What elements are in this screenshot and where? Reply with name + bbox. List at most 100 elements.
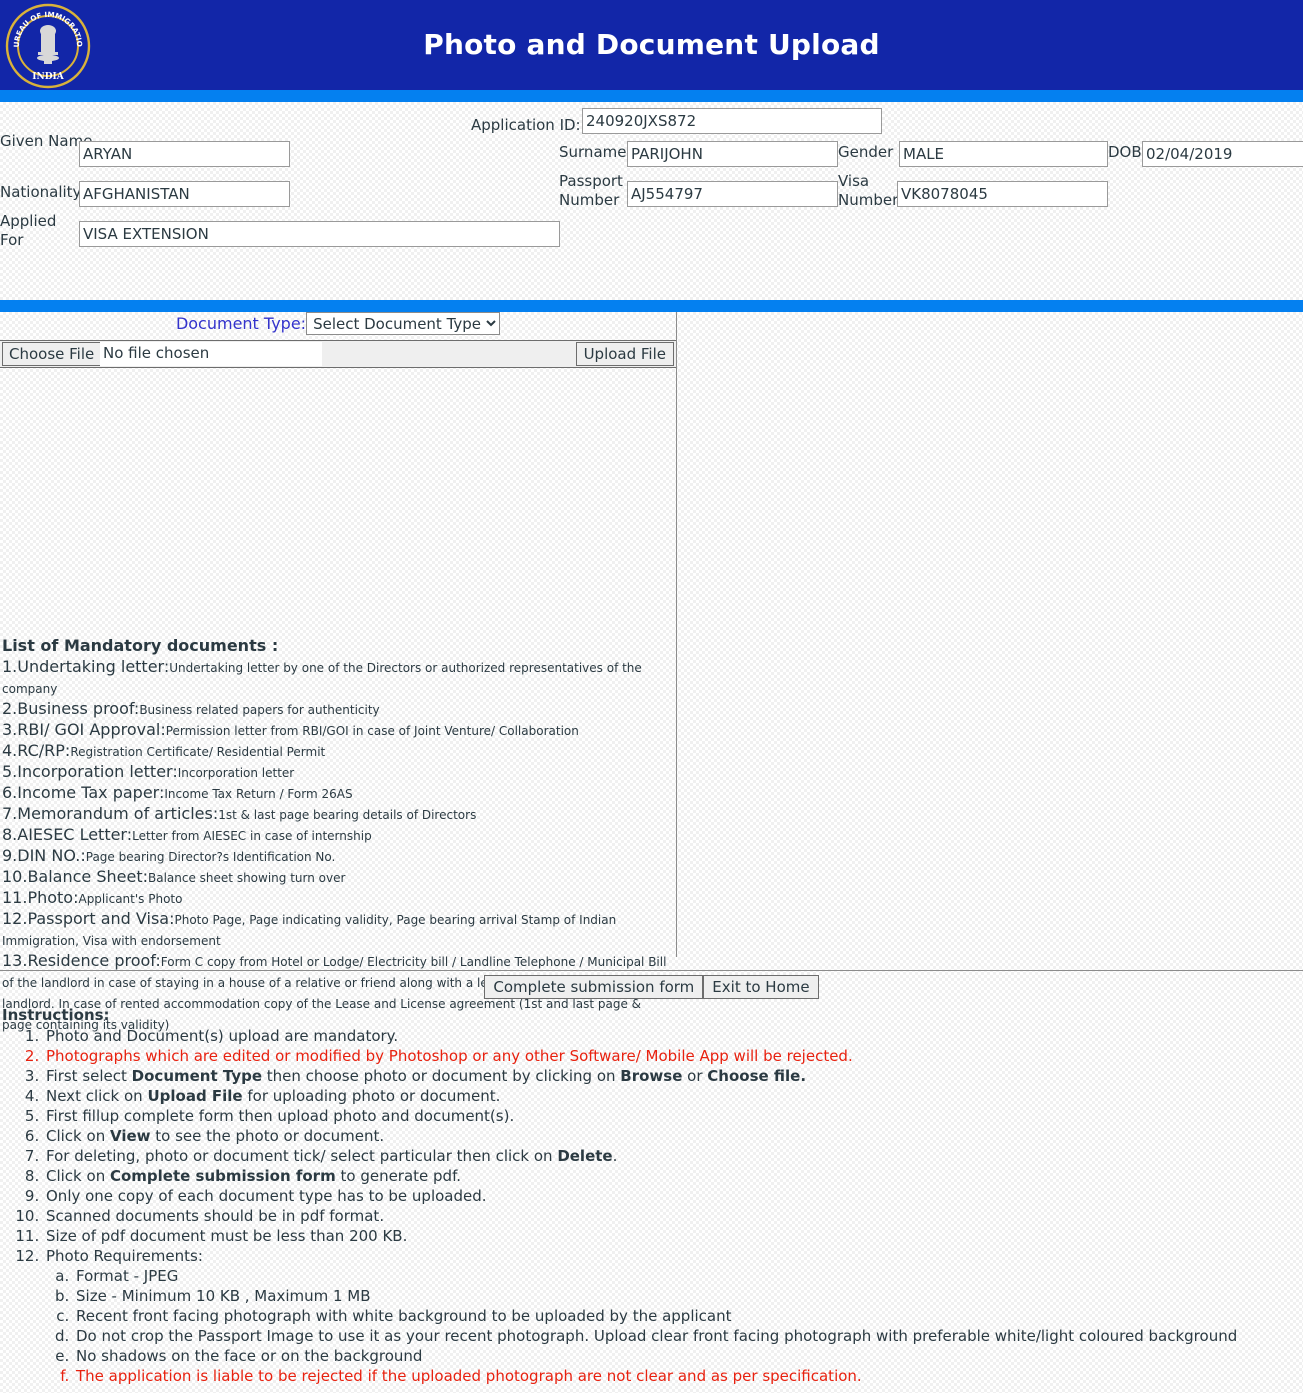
application-id-field[interactable]: 240920JXS872 <box>582 108 882 134</box>
document-type-select[interactable]: Select Document Type <box>306 312 501 335</box>
mandatory-document-item: 8.AIESEC Letter:Letter from AIESEC in ca… <box>2 825 672 846</box>
applied-for-label: Applied For <box>0 212 57 249</box>
mandatory-documents-heading: List of Mandatory documents : <box>2 636 279 655</box>
exit-to-home-button[interactable]: Exit to Home <box>703 975 819 999</box>
page-header: BUREAU OF IMMIGRATION INDIA Photo and Do… <box>0 0 1303 90</box>
mandatory-document-item: 3.RBI/ GOI Approval:Permission letter fr… <box>2 720 672 741</box>
application-id-label: Application ID: <box>471 116 581 134</box>
instruction-item: First select Document Type then choose p… <box>44 1066 1303 1086</box>
mandatory-document-title: 12.Passport and Visa: <box>2 909 175 928</box>
instruction-text: Photo Requirements: <box>46 1247 203 1265</box>
mandatory-document-description: Applicant's Photo <box>78 892 183 906</box>
mandatory-document-item: 9.DIN NO.:Page bearing Director?s Identi… <box>2 846 672 867</box>
applicant-details-form: Application ID: 240920JXS872 Given Name … <box>0 102 1303 300</box>
upload-panel: Document Type: Select Document Type Choo… <box>0 312 1303 1032</box>
instruction-item: Click on View to see the photo or docume… <box>44 1126 1303 1146</box>
mandatory-document-description: Registration Certificate/ Residential Pe… <box>70 745 326 759</box>
applied-for-field[interactable]: VISA EXTENSION <box>79 221 560 247</box>
mandatory-document-title: 3.RBI/ GOI Approval: <box>2 720 166 739</box>
instructions-list: Photo and Document(s) upload are mandato… <box>0 1026 1303 1386</box>
instructions-section: Instructions: Photo and Document(s) uplo… <box>0 1006 1303 1386</box>
instruction-item: Next click on Upload File for uploading … <box>44 1086 1303 1106</box>
mandatory-document-item: 7.Memorandum of articles:1st & last page… <box>2 804 672 825</box>
page-title: Photo and Document Upload <box>423 28 880 61</box>
passport-number-label: Passport Number <box>559 172 623 209</box>
instruction-subitem: Do not crop the Passport Image to use it… <box>74 1326 1303 1346</box>
mandatory-document-title: 11.Photo: <box>2 888 79 907</box>
instruction-item: For deleting, photo or document tick/ se… <box>44 1146 1303 1166</box>
instruction-sublist: Format - JPEGSize - Minimum 10 KB , Maxi… <box>46 1266 1303 1386</box>
document-type-row: Document Type: Select Document Type <box>0 312 676 340</box>
visa-number-field[interactable]: VK8078045 <box>897 181 1108 207</box>
mandatory-document-description: Permission letter from RBI/GOI in case o… <box>165 724 579 738</box>
mandatory-document-description: 1st & last page bearing details of Direc… <box>218 808 477 822</box>
instruction-item: First fillup complete form then upload p… <box>44 1106 1303 1126</box>
mandatory-document-title: 4.RC/RP: <box>2 741 71 760</box>
mandatory-document-description: Business related papers for authenticity <box>139 703 380 717</box>
svg-text:INDIA: INDIA <box>32 72 64 82</box>
mandatory-document-title: 1.Undertaking letter: <box>2 657 170 676</box>
instruction-item: Size of pdf document must be less than 2… <box>44 1226 1303 1246</box>
mandatory-document-description: Letter from AIESEC in case of internship <box>132 829 372 843</box>
mandatory-document-description: Income Tax Return / Form 26AS <box>164 787 353 801</box>
dob-label: DOB <box>1108 143 1142 161</box>
instruction-subitem: Format - JPEG <box>74 1266 1303 1286</box>
mandatory-document-item: 2.Business proof:Business related papers… <box>2 699 672 720</box>
gender-field[interactable]: MALE <box>899 141 1108 167</box>
instruction-subitem: No shadows on the face or on the backgro… <box>74 1346 1303 1366</box>
surname-field[interactable]: PARIJOHN <box>627 141 838 167</box>
mandatory-document-title: 10.Balance Sheet: <box>2 867 148 886</box>
instruction-text: First select Document Type then choose p… <box>46 1067 807 1085</box>
mandatory-document-title: 7.Memorandum of articles: <box>2 804 219 823</box>
instruction-text: Click on Complete submission form to gen… <box>46 1167 462 1185</box>
instruction-text: Scanned documents should be in pdf forma… <box>46 1207 385 1225</box>
header-accent-bar <box>0 90 1303 102</box>
file-name-display: No file chosen <box>100 342 322 366</box>
upload-file-button[interactable]: Upload File <box>575 342 674 366</box>
instruction-subitem: The application is liable to be rejected… <box>74 1366 1303 1386</box>
mandatory-document-title: 2.Business proof: <box>2 699 140 718</box>
nationality-field[interactable]: AFGHANISTAN <box>79 181 290 207</box>
section-divider-bar <box>0 300 1303 312</box>
uploaded-documents-area <box>0 368 676 636</box>
mandatory-document-title: 6.Income Tax paper: <box>2 783 165 802</box>
mandatory-document-item: 12.Passport and Visa:Photo Page, Page in… <box>2 909 672 951</box>
mandatory-document-title: 13.Residence proof: <box>2 951 161 970</box>
mandatory-document-title: 5.Incorporation letter: <box>2 762 178 781</box>
instruction-text: Photographs which are edited or modified… <box>46 1047 853 1065</box>
instruction-item: Photo Requirements:Format - JPEGSize - M… <box>44 1246 1303 1386</box>
instruction-text: First fillup complete form then upload p… <box>46 1107 515 1125</box>
mandatory-document-description: Balance sheet showing turn over <box>148 871 346 885</box>
mandatory-document-item: 1.Undertaking letter:Undertaking letter … <box>2 657 672 699</box>
instruction-text: Only one copy of each document type has … <box>46 1187 487 1205</box>
complete-submission-form-button[interactable]: Complete submission form <box>484 975 704 999</box>
given-name-field[interactable]: ARYAN <box>79 141 290 167</box>
instruction-item: Click on Complete submission form to gen… <box>44 1166 1303 1186</box>
mandatory-document-item: 5.Incorporation letter:Incorporation let… <box>2 762 672 783</box>
instruction-text: Next click on Upload File for uploading … <box>46 1087 501 1105</box>
mandatory-document-title: 9.DIN NO.: <box>2 846 86 865</box>
instruction-subitem: Recent front facing photograph with whit… <box>74 1306 1303 1326</box>
dob-field[interactable]: 02/04/2019 <box>1142 141 1303 167</box>
passport-number-field[interactable]: AJ554797 <box>627 181 838 207</box>
mandatory-document-item: 4.RC/RP:Registration Certificate/ Reside… <box>2 741 672 762</box>
mandatory-document-item: 6.Income Tax paper:Income Tax Return / F… <box>2 783 672 804</box>
nationality-label: Nationality <box>0 183 82 201</box>
mandatory-document-item: 10.Balance Sheet:Balance sheet showing t… <box>2 867 672 888</box>
visa-number-label: Visa Number <box>838 172 899 209</box>
instruction-item: Photographs which are edited or modified… <box>44 1046 1303 1066</box>
instruction-text: For deleting, photo or document tick/ se… <box>46 1147 618 1165</box>
upload-left-column: Document Type: Select Document Type Choo… <box>0 312 677 1032</box>
file-input-row: Choose File No file chosen Upload File <box>0 340 676 368</box>
gender-label: Gender <box>838 143 894 161</box>
mandatory-document-description: Incorporation letter <box>177 766 295 780</box>
choose-file-button[interactable]: Choose File <box>2 342 102 366</box>
form-action-bar: Complete submission form Exit to Home <box>0 970 1303 1002</box>
surname-label: Surname <box>559 143 627 161</box>
document-type-label: Document Type: <box>175 314 307 333</box>
instruction-text: Size of pdf document must be less than 2… <box>46 1227 408 1245</box>
instruction-subitem: Size - Minimum 10 KB , Maximum 1 MB <box>74 1286 1303 1306</box>
instruction-item: Scanned documents should be in pdf forma… <box>44 1206 1303 1226</box>
instruction-text: Click on View to see the photo or docume… <box>46 1127 385 1145</box>
mandatory-document-description: Page bearing Director?s Identification N… <box>85 850 336 864</box>
